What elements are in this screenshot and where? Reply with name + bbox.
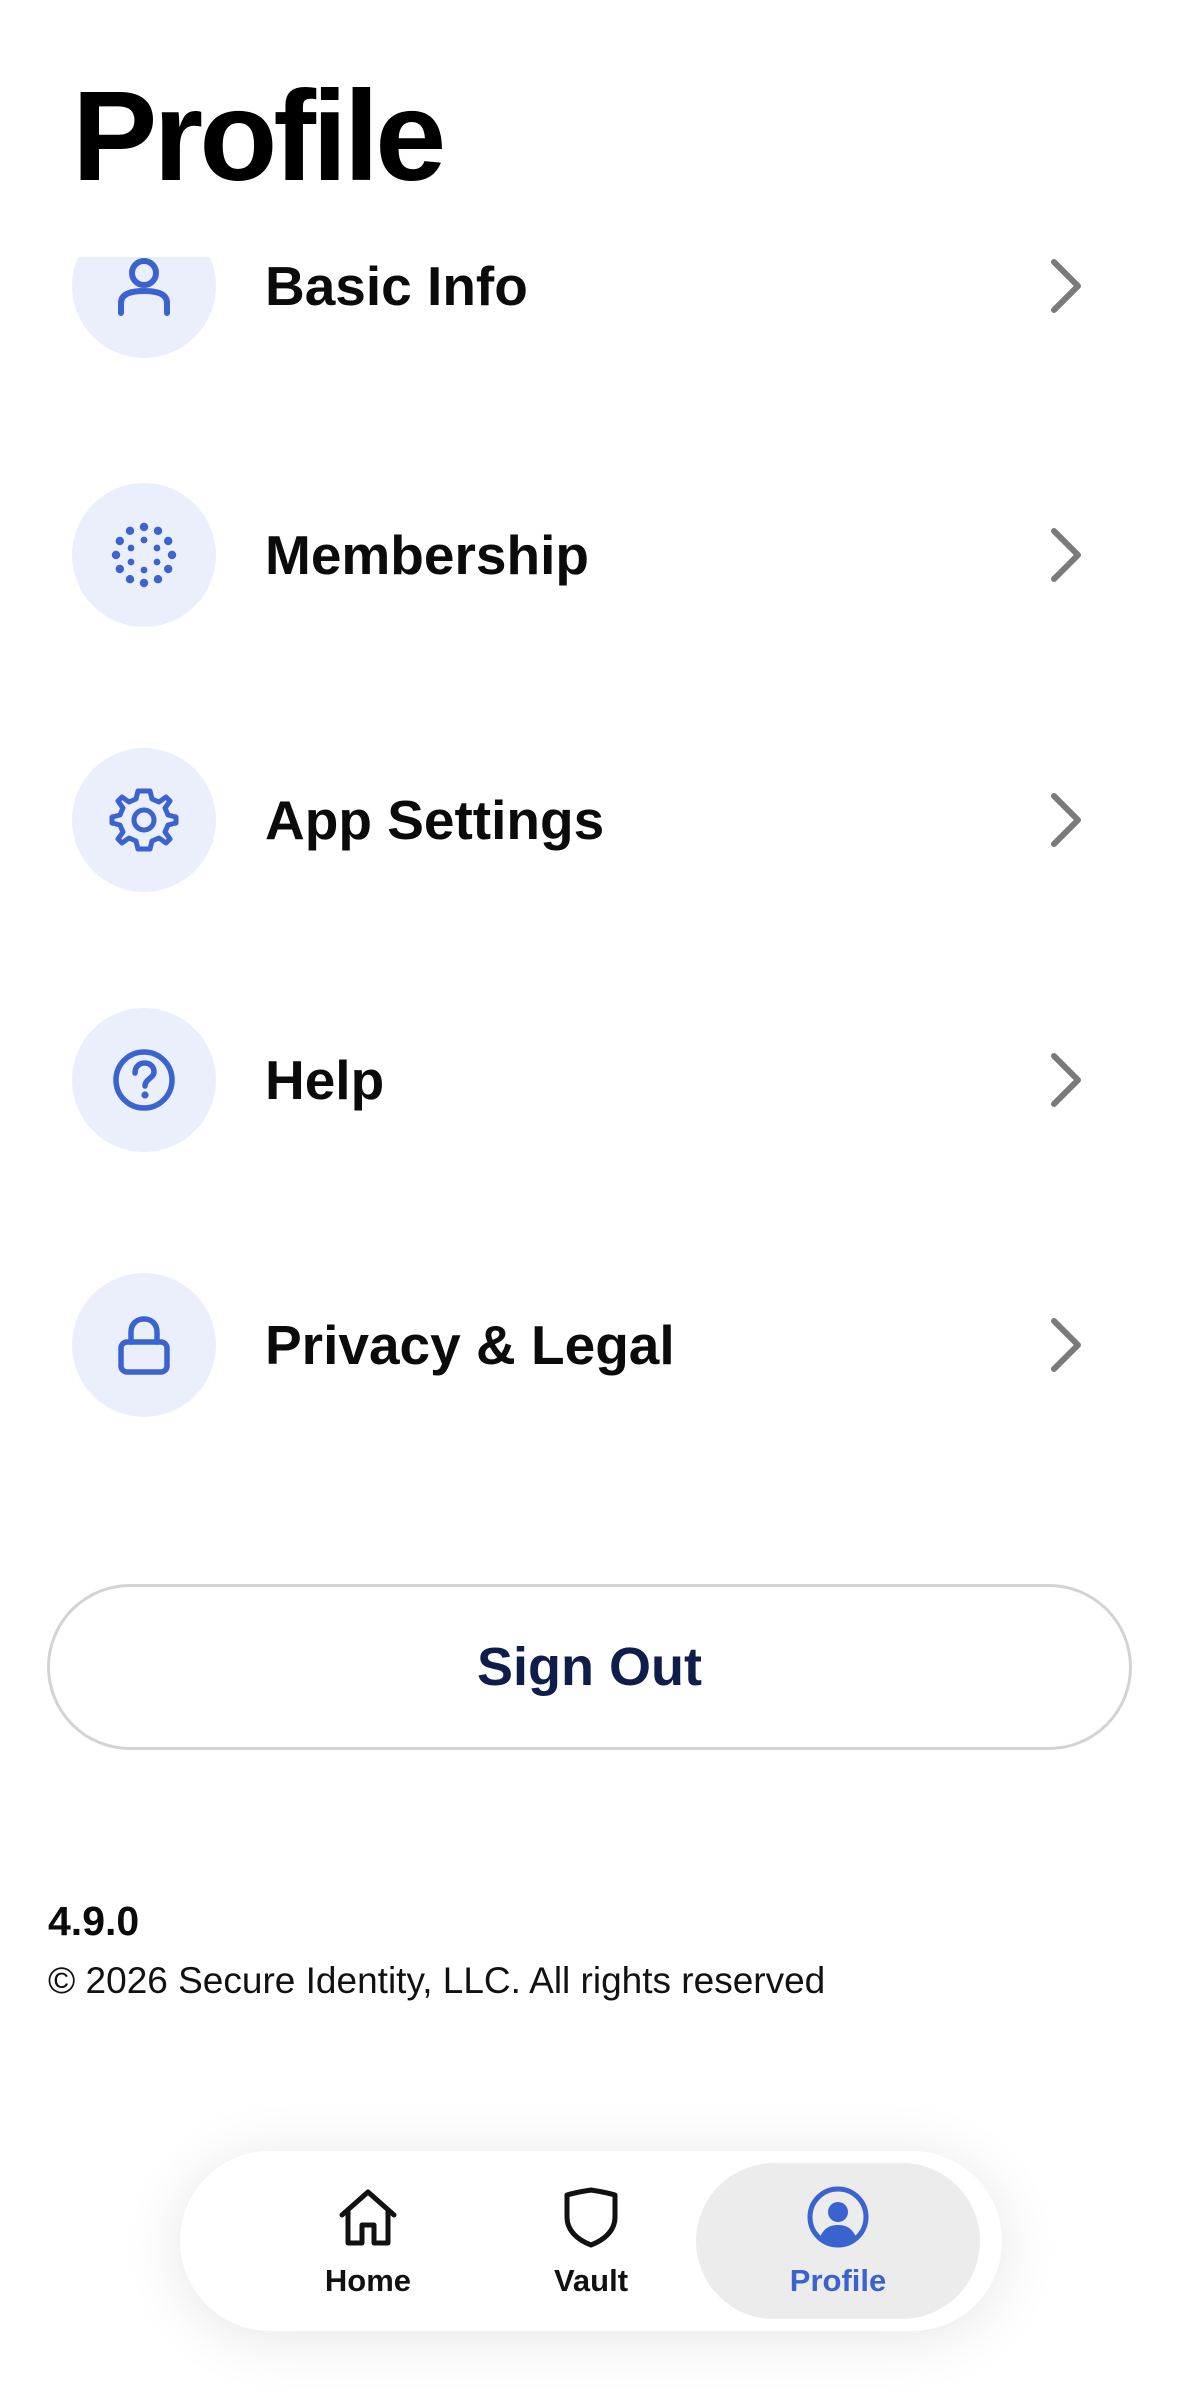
bottom-tab-bar: Home Vault Profile bbox=[180, 2151, 1002, 2331]
question-circle-icon bbox=[72, 1008, 216, 1152]
sign-out-button[interactable]: Sign Out bbox=[47, 1584, 1132, 1750]
chevron-right-icon bbox=[1051, 793, 1081, 847]
copyright-text: © 2026 Secure Identity, LLC. All rights … bbox=[48, 1960, 826, 2001]
chevron-right-icon bbox=[1051, 1053, 1081, 1107]
menu-item-help[interactable]: Help bbox=[0, 980, 1179, 1180]
chevron-right-icon bbox=[1051, 259, 1081, 313]
menu-item-label: App Settings bbox=[265, 789, 605, 851]
home-icon bbox=[339, 2189, 397, 2246]
gear-icon bbox=[72, 748, 216, 892]
tab-label: Vault bbox=[553, 2263, 629, 2298]
dotted-circle-icon bbox=[72, 483, 216, 627]
menu-item-label: Basic Info bbox=[265, 255, 528, 317]
menu-item-privacy-legal[interactable]: Privacy & Legal bbox=[0, 1245, 1179, 1445]
tab-label: Profile bbox=[789, 2263, 887, 2298]
menu-item-membership[interactable]: Membership bbox=[0, 455, 1179, 655]
lock-icon bbox=[72, 1273, 216, 1417]
chevron-right-icon bbox=[1051, 1318, 1081, 1372]
shield-icon bbox=[564, 2187, 618, 2248]
chevron-right-icon bbox=[1051, 528, 1081, 582]
menu-item-label: Privacy & Legal bbox=[265, 1314, 675, 1376]
tab-vault[interactable]: Vault bbox=[449, 2163, 733, 2319]
tab-profile[interactable]: Profile bbox=[696, 2163, 980, 2319]
user-circle-icon bbox=[807, 2186, 869, 2248]
page-title: Profile bbox=[72, 62, 1172, 257]
app-version: 4.9.0 bbox=[48, 1898, 140, 1944]
menu-item-label: Membership bbox=[265, 524, 589, 586]
menu-item-app-settings[interactable]: App Settings bbox=[0, 720, 1179, 920]
menu-item-label: Help bbox=[265, 1049, 385, 1111]
